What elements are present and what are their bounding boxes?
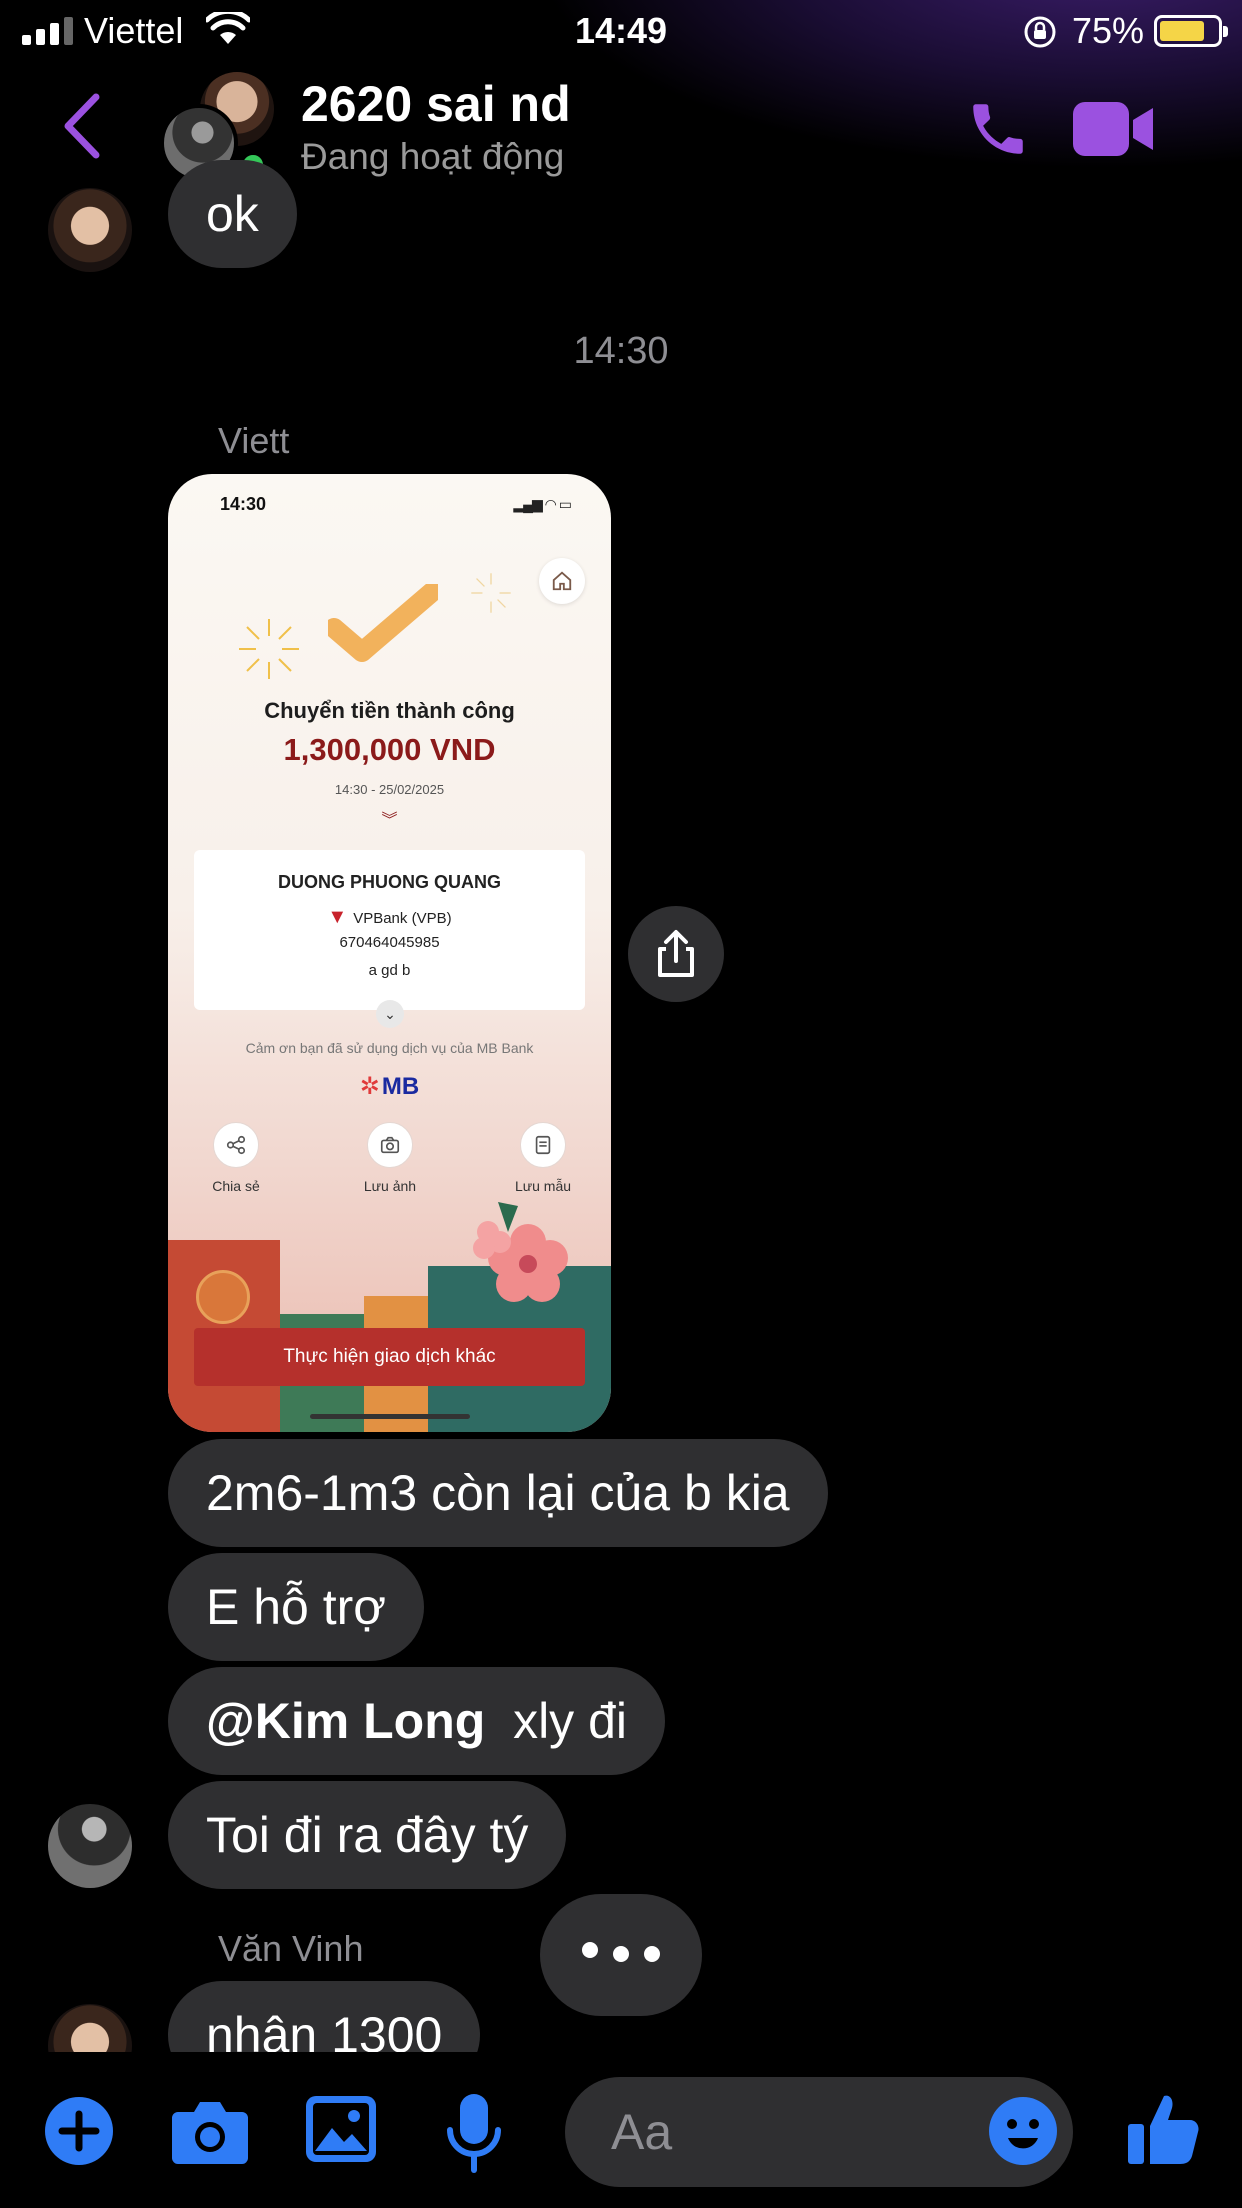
battery-icon xyxy=(1154,15,1228,47)
typing-indicator xyxy=(540,1894,702,2016)
mention[interactable]: @Kim Long xyxy=(206,1693,485,1749)
gallery-icon[interactable] xyxy=(306,2096,376,2162)
sender-avatar[interactable] xyxy=(48,188,132,272)
message-text: xly đi xyxy=(513,1693,627,1749)
save-template-action: Lưu mẫu xyxy=(498,1122,588,1194)
message-text: 2m6-1m3 còn lại của b kia xyxy=(206,1465,790,1521)
message-bubble[interactable]: ok xyxy=(168,160,297,268)
receipt-amount: 1,300,000 VND xyxy=(283,732,496,767)
transfer-memo: a gd b xyxy=(368,962,411,979)
recipient-card: DUONG PHUONG QUANG ▼ VPBank (VPB) 6704640… xyxy=(194,850,585,1028)
rotation-lock-icon xyxy=(1024,16,1056,48)
message-text: Toi đi ra đây tý xyxy=(206,1807,529,1863)
phone-call-icon[interactable] xyxy=(965,96,1031,162)
firework-icon xyxy=(239,619,299,679)
receipt-title: Chuyển tiền thành công xyxy=(264,698,515,723)
mb-bank-logo: ✲MB xyxy=(359,1073,420,1100)
camera-icon[interactable] xyxy=(172,2098,248,2164)
recipient-account: 670464045985 xyxy=(339,934,440,951)
other-transaction-button: Thực hiện giao dịch khác xyxy=(194,1328,585,1386)
camera-icon xyxy=(367,1122,413,1168)
share-upload-icon xyxy=(658,930,694,977)
double-chevron-icon: ︾ xyxy=(381,812,398,829)
thanks-text: Cảm ơn bạn đã sử dụng dịch vụ của MB Ban… xyxy=(245,1040,534,1056)
emoji-icon[interactable] xyxy=(988,2096,1058,2166)
back-chevron-icon[interactable] xyxy=(62,93,102,159)
microphone-icon[interactable] xyxy=(446,2094,502,2174)
message-input-placeholder: Aa xyxy=(611,2104,673,2160)
vpbank-logo-icon: ▼ xyxy=(327,906,348,928)
image-message[interactable]: 14:30 ▂▄▆ ◠ ▭ Chuyển tiền thành công 1,3… xyxy=(168,474,611,1432)
sender-avatar[interactable] xyxy=(48,1804,132,1888)
message-text: E hỗ trợ xyxy=(206,1579,387,1635)
success-check-icon xyxy=(328,584,438,662)
sender-name: Viett xyxy=(218,420,290,461)
message-bubble[interactable]: @Kim Long xly đi xyxy=(168,1667,665,1775)
save-image-action: Lưu ảnh xyxy=(345,1122,435,1194)
receipt-status-time: 14:30 xyxy=(220,494,267,514)
like-thumbs-up-icon[interactable] xyxy=(1128,2092,1200,2166)
active-status: Đang hoạt động xyxy=(301,136,565,177)
receipt-datetime: 14:30 - 25/02/2025 xyxy=(334,782,445,797)
receipt-status-icons: ▂▄▆ ◠ ▭ xyxy=(513,496,572,512)
timestamp-divider: 14:30 xyxy=(573,330,669,372)
message-bubble[interactable]: Toi đi ra đây tý xyxy=(168,1781,567,1889)
decor-coin xyxy=(196,1270,250,1324)
home-icon xyxy=(539,558,585,604)
conversation-title[interactable]: 2620 sai nd xyxy=(301,75,571,133)
message-text: ok xyxy=(206,186,259,242)
video-call-icon[interactable] xyxy=(1073,102,1155,156)
share-icon xyxy=(213,1122,259,1168)
expand-chevron-icon: ⌄ xyxy=(376,1000,404,1028)
battery-percent: 75% xyxy=(1072,10,1145,51)
message-bubble[interactable]: E hỗ trợ xyxy=(168,1553,425,1661)
home-indicator xyxy=(310,1414,470,1419)
status-bar: Viettel 14:49 75% xyxy=(0,0,1242,62)
share-action: Chia sẻ xyxy=(191,1122,281,1194)
firework-icon xyxy=(471,573,511,613)
template-icon xyxy=(520,1122,566,1168)
sender-name: Văn Vinh xyxy=(218,1928,364,1969)
plus-icon[interactable] xyxy=(44,2096,114,2166)
message-bubble[interactable]: 2m6-1m3 còn lại của b kia xyxy=(168,1439,828,1547)
share-button[interactable] xyxy=(628,906,724,1002)
recipient-bank: ▼ VPBank (VPB) xyxy=(327,906,452,928)
flower-icon xyxy=(473,1202,568,1302)
recipient-name: DUONG PHUONG QUANG xyxy=(277,872,501,892)
